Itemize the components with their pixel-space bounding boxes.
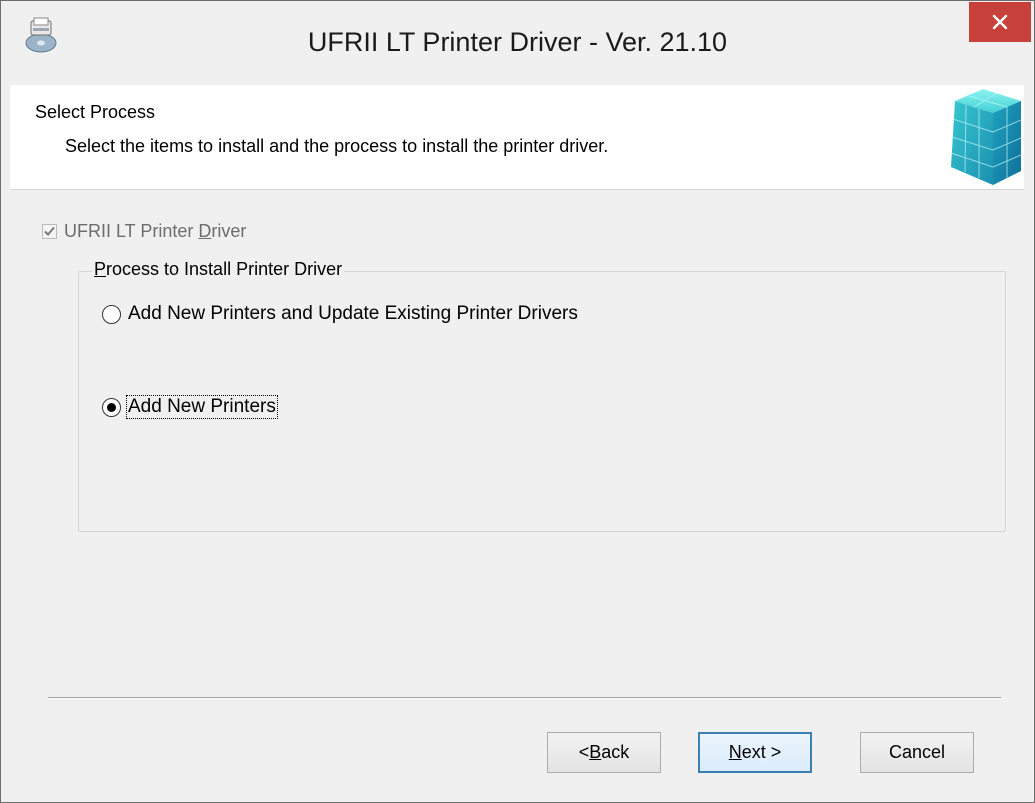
header-band: Select Process Select the items to insta… (10, 85, 1024, 190)
window-title: UFRII LT Printer Driver - Ver. 21.10 (307, 27, 728, 57)
blocks-cube-icon (935, 87, 1023, 187)
radio-add-and-update[interactable] (102, 304, 121, 324)
component-checkbox[interactable] (42, 223, 57, 239)
next-button[interactable]: Next > (698, 732, 812, 773)
installer-window: UFRII LT Printer Driver - Ver. 21.10 Sel… (0, 0, 1035, 803)
option-label: Add New Printers and Update Existing Pri… (128, 303, 578, 324)
cancel-button[interactable]: Cancel (860, 732, 974, 773)
option-add-and-update[interactable]: Add New Printers and Update Existing Pri… (102, 302, 579, 326)
page-title: Select Process (35, 102, 156, 122)
component-printer-driver[interactable]: UFRII LT Printer Driver (42, 219, 246, 243)
dialog-body: Select Process Select the items to insta… (10, 85, 1024, 794)
radio-add-new-printers[interactable] (102, 397, 121, 417)
back-button[interactable]: < Back (547, 732, 661, 773)
component-label: UFRII LT Printer Driver (64, 220, 247, 241)
divider (48, 697, 1001, 699)
page-description: Select the items to install and the proc… (65, 136, 609, 156)
title-bar[interactable]: UFRII LT Printer Driver - Ver. 21.10 (1, 1, 1034, 85)
close-icon (992, 14, 1008, 30)
close-button[interactable] (969, 2, 1031, 42)
checkmark-icon (44, 226, 55, 236)
process-group-label: Process to Install Printer Driver (92, 259, 345, 280)
option-add-new-printers[interactable]: Add New Printers (102, 395, 278, 419)
option-label: Add New Printers (126, 395, 278, 419)
